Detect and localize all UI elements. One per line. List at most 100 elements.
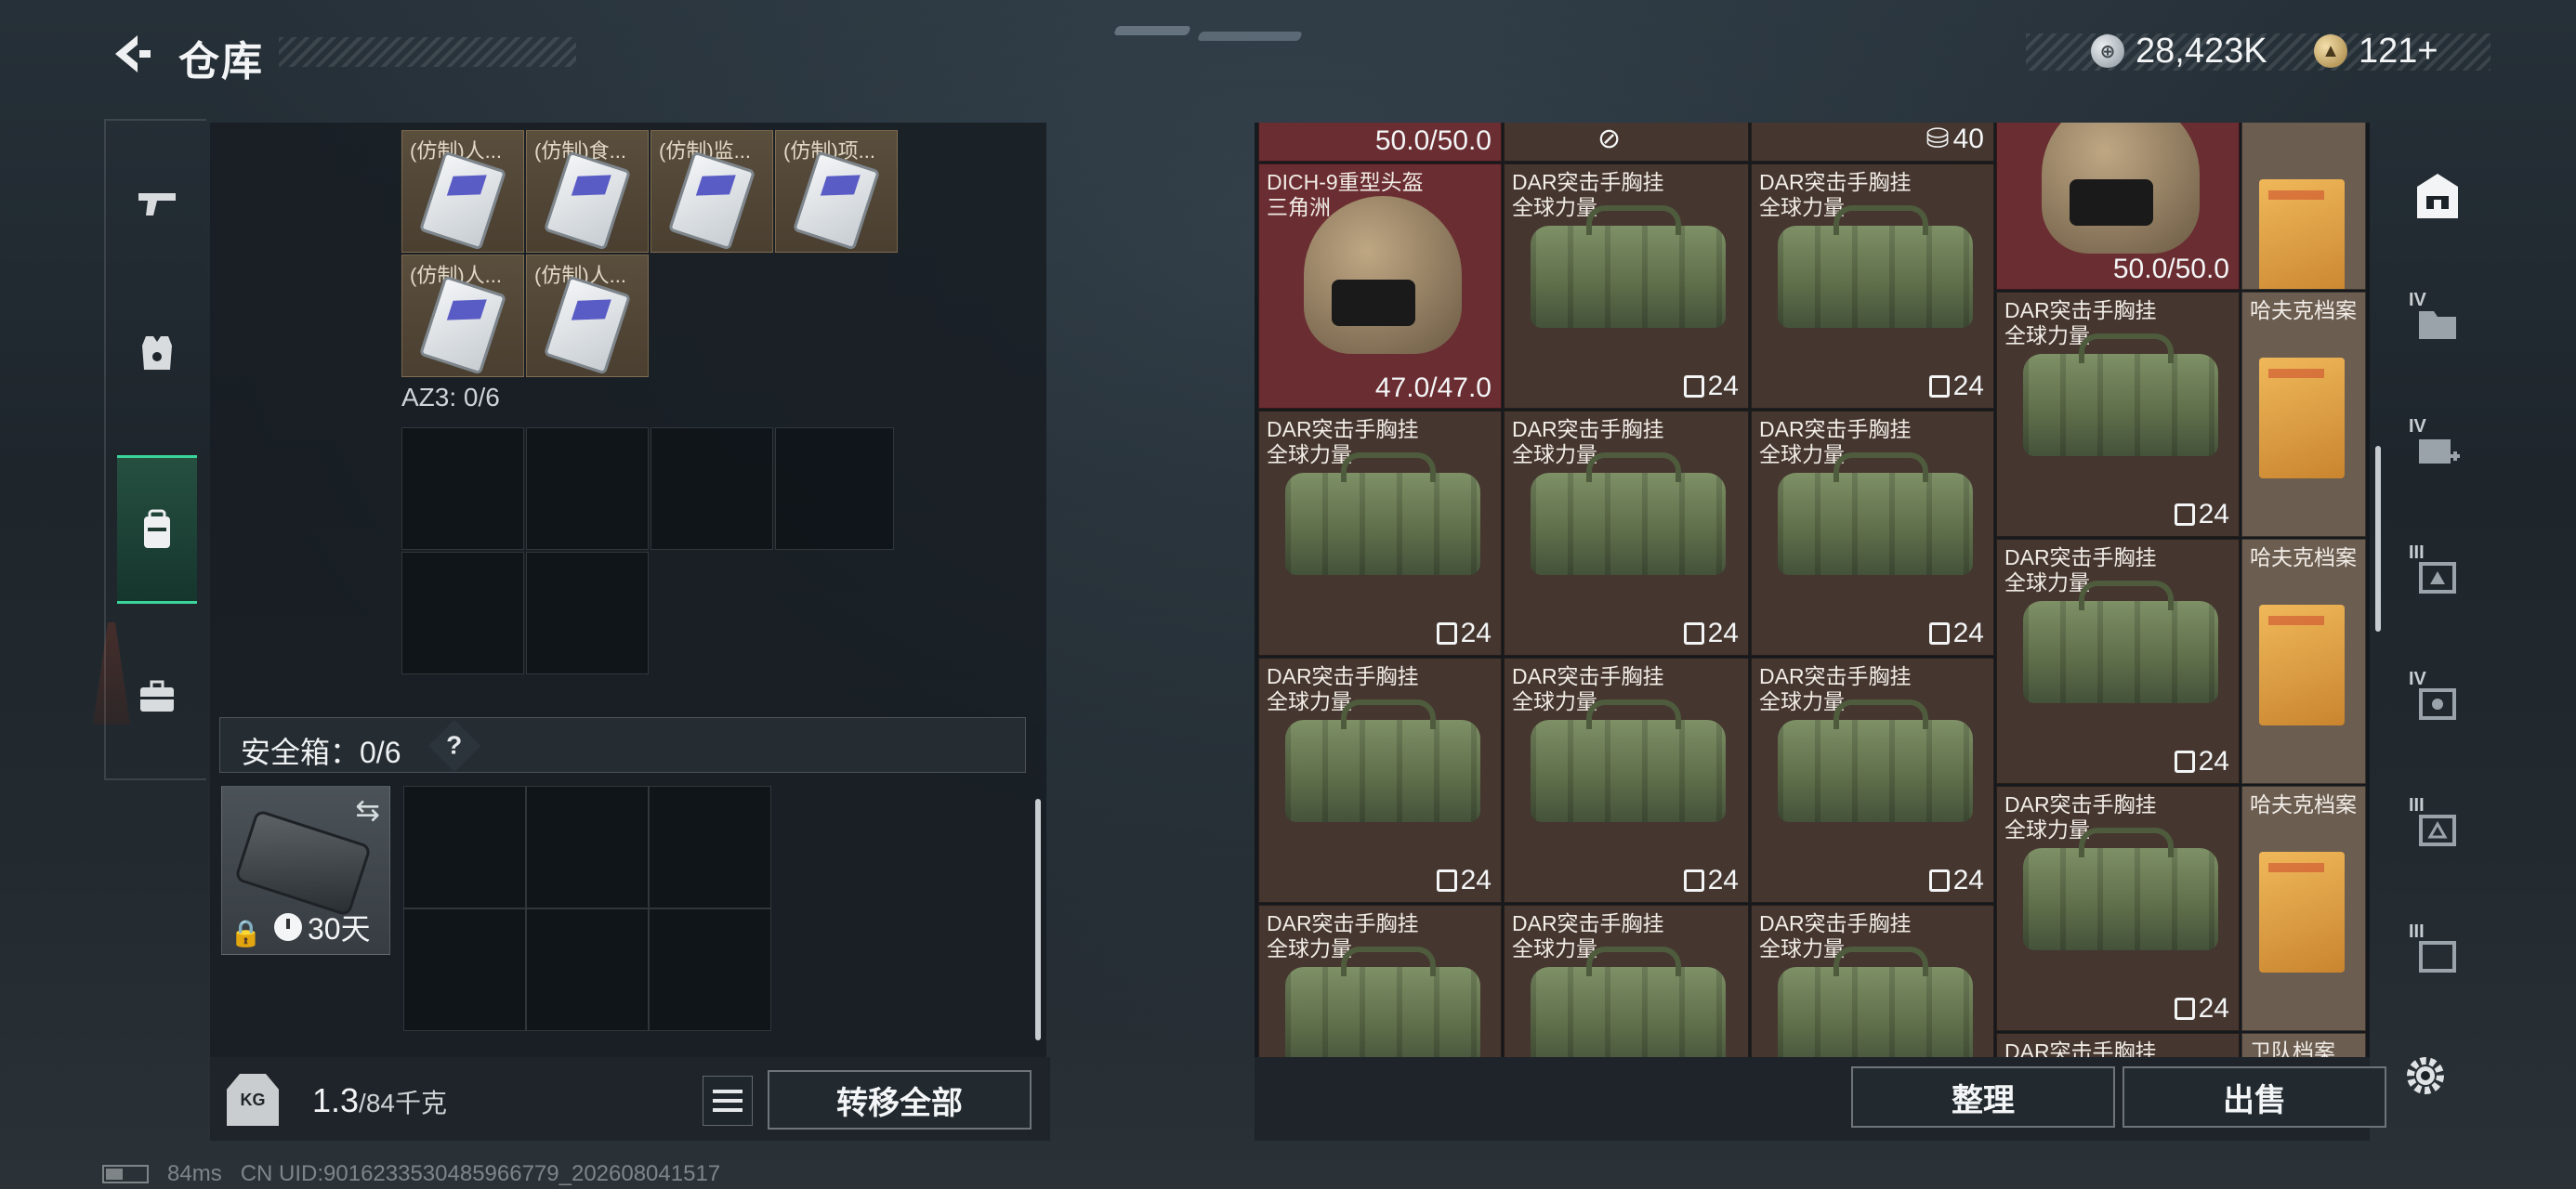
swap-icon[interactable]: ⇆: [355, 792, 380, 828]
safe-slot[interactable]: [649, 908, 771, 1031]
safe-slot[interactable]: [526, 786, 649, 908]
item-count: 24: [1683, 371, 1739, 402]
sell-button[interactable]: 出售: [2123, 1066, 2386, 1128]
partial-item[interactable]: ⊘: [1504, 123, 1749, 162]
chest-rig-item[interactable]: DAR突击手胸挂 全球力量 24: [1504, 163, 1749, 409]
chest-rig-item[interactable]: DAR突击手胸挂 全球力量: [1504, 905, 1749, 1057]
capacity-icon: [1436, 869, 1457, 892]
file-item[interactable]: 哈夫克档案: [2241, 539, 2366, 784]
safe-box-label: 安全箱：0/6: [241, 736, 401, 769]
chest-rig-item[interactable]: DAR突击手胸挂: [1996, 1033, 2240, 1057]
empty-slot[interactable]: [526, 427, 649, 550]
currency-gold[interactable]: ▲ 121+: [2314, 28, 2438, 74]
item-slot[interactable]: (仿制)食...: [526, 130, 649, 253]
battery-icon: [102, 1165, 149, 1183]
partial-item[interactable]: ⛁ 40: [1751, 123, 1994, 162]
safe-slot[interactable]: [403, 786, 526, 908]
count-value: 24: [1952, 618, 1984, 648]
item-slot[interactable]: (仿制)监...: [651, 130, 773, 253]
az3-capacity-label: AZ3: 0/6: [401, 383, 500, 412]
dossier-icon: [2259, 605, 2345, 725]
count-value: 24: [1707, 371, 1739, 401]
capacity-icon: [1928, 375, 1950, 398]
stash-tab-home[interactable]: [2398, 145, 2477, 247]
ping-text: 84ms: [167, 1161, 222, 1186]
item-slot[interactable]: (仿制)人...: [401, 130, 524, 253]
safe-slot[interactable]: [526, 908, 649, 1031]
chest-rig-item[interactable]: DAR突击手胸挂 全球力量 24: [1751, 411, 1994, 656]
chest-rig-item[interactable]: DAR突击手胸挂 全球力量 24: [1996, 786, 2240, 1031]
chest-rig-item[interactable]: DAR突击手胸挂 全球力量 24: [1504, 658, 1749, 903]
gold-coin-icon: ▲: [2314, 34, 2347, 68]
file-item[interactable]: 卫队档案: [2241, 1033, 2366, 1057]
safe-box-container[interactable]: ⇆ 🔒 30天: [221, 786, 390, 955]
nav-case[interactable]: [117, 622, 197, 771]
list-view-button[interactable]: [703, 1076, 753, 1126]
item-count: 24: [2174, 746, 2229, 777]
empty-slot[interactable]: [526, 552, 649, 674]
silver-coin-icon: ⊕: [2091, 34, 2124, 68]
sort-button[interactable]: 整理: [1851, 1066, 2115, 1128]
chest-rig-item[interactable]: DAR突击手胸挂 全球力量: [1258, 905, 1502, 1057]
file-item[interactable]: [2241, 123, 2366, 290]
safe-slot[interactable]: [649, 786, 771, 908]
home-icon: [2417, 174, 2458, 218]
stash-tab-6[interactable]: III: [2398, 777, 2477, 879]
stash-grid: 50.0/50.0 ⊘ ⛁ 40 50.0/50.0 DICH-9重型头盔 三角洲…: [1255, 123, 2370, 1057]
count-value: 24: [1707, 618, 1739, 648]
item-slot[interactable]: (仿制)项...: [775, 130, 898, 253]
rental-time: 30天: [274, 906, 371, 948]
chest-rig-item[interactable]: DAR突击手胸挂 全球力量 24: [1751, 658, 1994, 903]
nav-armor[interactable]: [117, 279, 197, 427]
partial-item[interactable]: 50.0/50.0: [1258, 123, 1502, 162]
helmet-icon: [2042, 123, 2200, 254]
chest-rig-item[interactable]: DAR突击手胸挂 全球力量 24: [1751, 163, 1994, 409]
stash-tab-4[interactable]: III: [2398, 524, 2477, 626]
file-item[interactable]: 哈夫克档案: [2241, 786, 2366, 1031]
nav-backpack[interactable]: [117, 455, 197, 604]
stash-tab-5[interactable]: IV: [2398, 650, 2477, 752]
count-value: 24: [1952, 865, 1984, 895]
helmet-item[interactable]: 50.0/50.0: [1996, 123, 2240, 290]
stash-tab-3[interactable]: IV: [2398, 398, 2477, 500]
weight-display: 1.3/84千克: [312, 1081, 447, 1120]
chest-rig-icon: [2023, 333, 2218, 456]
back-arrow-icon[interactable]: [102, 28, 158, 80]
item-count: 24: [1683, 865, 1739, 896]
nav-weapons[interactable]: [117, 128, 197, 277]
file-item[interactable]: 哈夫克档案: [2241, 292, 2366, 537]
empty-slot[interactable]: [401, 427, 524, 550]
capacity-icon: [1683, 869, 1704, 892]
chest-rig-item[interactable]: DAR突击手胸挂 全球力量 24: [1996, 539, 2240, 784]
empty-slot[interactable]: [775, 427, 894, 550]
item-count: 24: [1436, 618, 1492, 649]
chest-rig-icon: [1531, 947, 1726, 1057]
help-button[interactable]: ?: [427, 719, 481, 773]
helmet-item[interactable]: DICH-9重型头盔 三角洲 47.0/47.0: [1258, 163, 1502, 409]
empty-slot[interactable]: [401, 552, 524, 674]
gold-amount: 121+: [2359, 31, 2438, 71]
count-value: 24: [2198, 746, 2229, 777]
tier-label: III: [2409, 542, 2425, 563]
chest-rig-icon: [1531, 205, 1726, 328]
item-slot[interactable]: (仿制)人...: [526, 255, 649, 377]
uid-text: CN UID:9016233530485966779_202608041517: [240, 1161, 721, 1186]
settings-gear-icon[interactable]: [2398, 1048, 2453, 1104]
left-scrollbar[interactable]: [1035, 799, 1041, 1040]
keycard-icon: [418, 150, 507, 251]
item-count: 24: [1928, 865, 1984, 896]
chest-rig-icon: [1778, 699, 1973, 822]
empty-slot[interactable]: [651, 427, 773, 550]
stash-tab-2[interactable]: IV: [2398, 271, 2477, 373]
chest-rig-item[interactable]: DAR突击手胸挂 全球力量 24: [1504, 411, 1749, 656]
item-slot[interactable]: (仿制)人...: [401, 255, 524, 377]
transfer-all-button[interactable]: 转移全部: [768, 1070, 1032, 1130]
chest-rig-item[interactable]: DAR突击手胸挂 全球力量 24: [1996, 292, 2240, 537]
currency-silver[interactable]: ⊕ 28,423K: [2091, 28, 2267, 74]
stash-tab-7[interactable]: III: [2398, 903, 2477, 1005]
chest-rig-item[interactable]: DAR突击手胸挂 全球力量 24: [1258, 658, 1502, 903]
safe-slot[interactable]: [403, 908, 526, 1031]
count-value: 24: [1707, 865, 1739, 895]
chest-rig-item[interactable]: DAR突击手胸挂 全球力量: [1751, 905, 1994, 1057]
chest-rig-item[interactable]: DAR突击手胸挂 全球力量 24: [1258, 411, 1502, 656]
